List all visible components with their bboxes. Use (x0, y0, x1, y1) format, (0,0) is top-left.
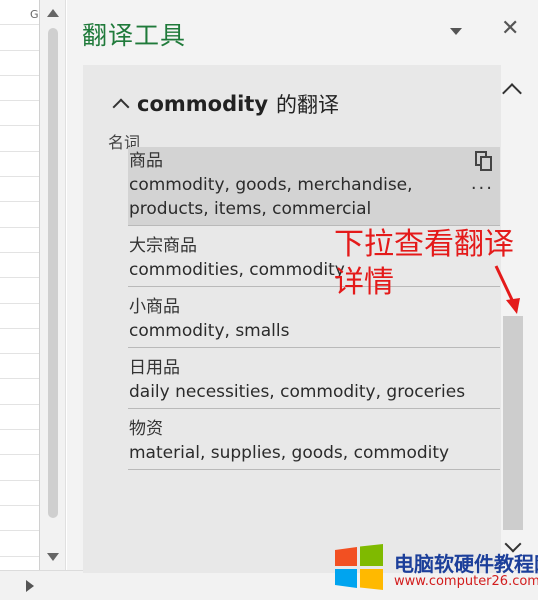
query-suffix: 的翻译 (276, 93, 340, 117)
watermark-title: 电脑软硬件教程网 (394, 552, 538, 576)
translation-synonyms: daily necessities, commodity, groceries (129, 382, 466, 402)
windows-logo-icon (335, 544, 383, 590)
spreadsheet-grid[interactable] (0, 0, 40, 570)
translation-head: 商品 (129, 151, 163, 171)
annotation-arrow-icon (494, 265, 520, 314)
translation-synonyms: commodity, smalls (129, 321, 290, 341)
translation-head: 日用品 (129, 358, 180, 378)
query-word: commodity (137, 92, 269, 116)
list-item[interactable]: 商品 commodity, goods, merchandise, produc… (128, 147, 500, 226)
list-item[interactable]: 日用品 daily necessities, commodity, grocer… (128, 354, 500, 409)
annotation-line-1: 下拉查看翻译 (334, 227, 514, 262)
more-options-icon[interactable]: ··· (471, 177, 494, 201)
copy-icon[interactable] (475, 151, 492, 171)
list-item[interactable]: 物资 material, supplies, goods, commodity (128, 415, 500, 470)
pane-scroll-thumb[interactable] (503, 316, 523, 530)
section-header[interactable]: commodity 的翻译 (112, 89, 340, 119)
scroll-thumb[interactable] (48, 28, 58, 518)
watermark: 电脑软硬件教程网 www.computer26.com (330, 540, 538, 598)
pane-title: 翻译工具 (82, 21, 187, 50)
close-icon[interactable]: ✕ (501, 16, 519, 41)
translation-synonyms: material, supplies, goods, commodity (129, 443, 450, 463)
column-header-label: G (30, 8, 39, 21)
collapse-chevron-up-icon[interactable] (112, 98, 130, 116)
pane-scroll-up-chevron-icon[interactable] (502, 83, 522, 103)
watermark-url: www.computer26.com (394, 574, 538, 589)
translation-panel: commodity 的翻译 名词 商品 commodity, goods, me… (83, 65, 501, 573)
scroll-right-icon[interactable] (26, 580, 34, 592)
pane-options-chevron-down-icon[interactable] (450, 28, 462, 35)
translation-head: 物资 (129, 419, 163, 439)
sheet-vertical-scrollbar[interactable] (40, 0, 66, 570)
translation-synonyms: commodity, goods, merchandise, products,… (129, 175, 413, 219)
scroll-up-icon[interactable] (47, 9, 59, 17)
scroll-down-icon[interactable] (47, 553, 59, 561)
translation-list: 商品 commodity, goods, merchandise, produc… (128, 147, 500, 476)
